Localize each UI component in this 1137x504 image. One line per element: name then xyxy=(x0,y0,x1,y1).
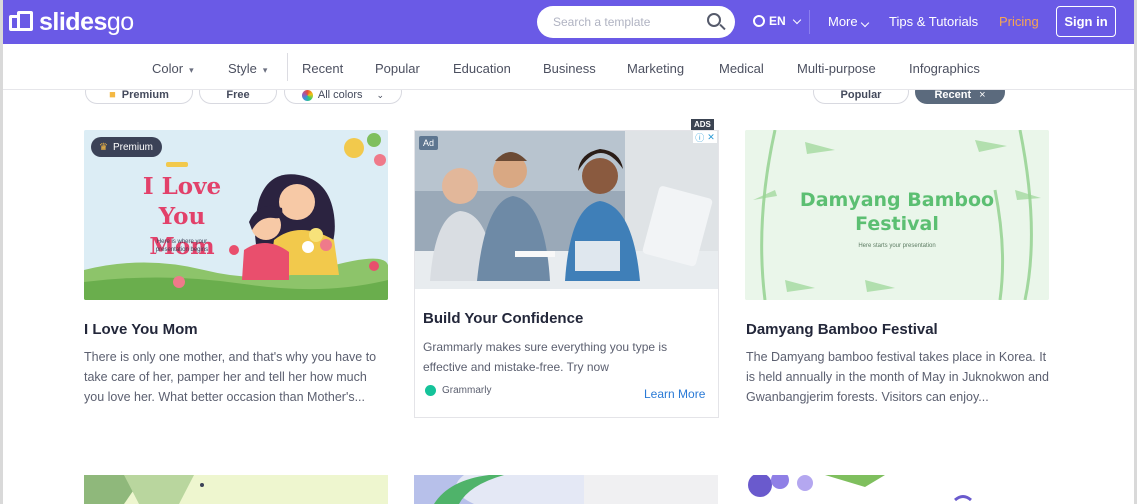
thumbnail-art xyxy=(84,475,388,504)
search-input[interactable]: Search a template xyxy=(537,6,735,38)
nav-link-popular[interactable]: Popular xyxy=(375,61,420,76)
ad-image xyxy=(415,131,718,289)
thumbnail-title: Damyang Bamboo Festival xyxy=(745,188,1049,236)
ad-brand: Grammarly xyxy=(425,385,491,396)
chevron-down-icon: ⌄ xyxy=(376,90,385,100)
ad-info-icon[interactable]: ⓘ xyxy=(695,131,704,144)
nav-link-marketing[interactable]: Marketing xyxy=(627,61,684,76)
office-meeting-photo xyxy=(415,131,718,289)
card-title[interactable]: I Love You Mom xyxy=(84,321,198,338)
color-dropdown[interactable]: Color xyxy=(152,61,194,76)
learn-more-link[interactable]: Learn More xyxy=(644,387,705,401)
search-placeholder: Search a template xyxy=(553,15,651,29)
recent-sort[interactable]: Recent × xyxy=(915,90,1005,104)
nav-link-recent[interactable]: Recent xyxy=(302,61,343,76)
recent-sort-label: Recent xyxy=(934,90,972,101)
crown-icon: ■ xyxy=(109,90,116,101)
colors-filter-label: All colors xyxy=(317,90,363,101)
ad-tag: Ad xyxy=(419,136,439,150)
ad-card[interactable]: Build Your Confidence Grammarly makes su… xyxy=(414,130,719,418)
thumbnail-title-line1: Damyang Bamboo xyxy=(799,189,995,211)
popular-sort[interactable]: Popular xyxy=(813,90,909,104)
ad-choices[interactable]: ⓘ ✕ xyxy=(693,131,717,143)
more-menu[interactable]: More xyxy=(828,14,870,29)
search-icon[interactable] xyxy=(707,13,721,27)
top-bar: slides go Search a template EN More Tips … xyxy=(3,0,1134,44)
thumbnail-subtitle: Here starts your presentation xyxy=(858,243,936,249)
logo-text-suffix: go xyxy=(106,8,134,36)
free-filter[interactable]: Free xyxy=(199,90,277,104)
card-description: The Damyang bamboo festival takes place … xyxy=(746,350,1049,404)
close-icon[interactable]: × xyxy=(979,90,985,101)
logo-text: slides xyxy=(39,8,107,36)
colors-filter[interactable]: All colors ⌄ xyxy=(284,90,402,104)
thumbnail-art xyxy=(745,475,1049,504)
nav-link-infographics[interactable]: Infographics xyxy=(909,61,980,76)
crown-icon: ♛ xyxy=(99,141,108,153)
header-divider xyxy=(809,10,810,34)
chevron-down-icon xyxy=(792,15,801,24)
premium-badge-label: Premium xyxy=(112,141,153,153)
ads-label: ADS xyxy=(691,119,714,130)
tips-tutorials-link[interactable]: Tips & Tutorials xyxy=(889,14,978,29)
ad-description: Grammarly makes sure everything you type… xyxy=(423,340,668,374)
ad-brand-name: Grammarly xyxy=(442,385,492,396)
logo-icon xyxy=(9,10,35,35)
sign-in-button[interactable]: Sign in xyxy=(1056,6,1116,37)
card-description: There is only one mother, and that's why… xyxy=(84,350,377,404)
style-dropdown[interactable]: Style xyxy=(228,61,267,76)
thumbnail-subtitle-line2: presentation begins xyxy=(155,247,209,253)
language-label: EN xyxy=(769,14,786,28)
nav-link-medical[interactable]: Medical xyxy=(719,61,764,76)
more-label: More xyxy=(828,14,858,29)
template-thumbnail-damyang-bamboo-festival[interactable]: Damyang Bamboo Festival Here starts your… xyxy=(745,130,1049,300)
card-title[interactable]: Damyang Bamboo Festival xyxy=(746,321,938,338)
globe-icon xyxy=(753,15,765,27)
category-nav: Color Style Recent Popular Education Bus… xyxy=(3,44,1134,90)
thumbnail-subtitle-line1: Here is where your xyxy=(156,239,208,245)
chevron-down-icon xyxy=(860,18,869,28)
nav-link-business[interactable]: Business xyxy=(543,61,596,76)
thumbnail-art xyxy=(414,475,718,504)
template-thumbnail-partial[interactable] xyxy=(745,475,1049,504)
nav-link-education[interactable]: Education xyxy=(453,61,511,76)
filter-bar: ■ Premium Free All colors ⌄ Popular Recent… xyxy=(3,90,1134,106)
thumbnail-title-line2: Festival xyxy=(855,213,939,235)
ad-title[interactable]: Build Your Confidence xyxy=(423,310,583,327)
template-thumbnail-partial[interactable] xyxy=(414,475,718,504)
color-wheel-icon xyxy=(301,90,313,101)
slidesgo-logo[interactable]: slides go xyxy=(9,8,134,37)
template-thumbnail-partial[interactable] xyxy=(84,475,388,504)
thumbnail-subtitle: Here is where your presentation begins xyxy=(142,238,222,254)
close-icon[interactable]: ✕ xyxy=(707,132,715,143)
pricing-link[interactable]: Pricing xyxy=(999,14,1039,29)
grammarly-logo-icon xyxy=(425,385,436,396)
nav-divider xyxy=(287,53,288,81)
premium-badge: ♛ Premium xyxy=(91,137,162,157)
language-selector[interactable]: EN xyxy=(753,14,802,28)
premium-filter[interactable]: ■ Premium xyxy=(85,90,193,104)
premium-filter-label: Premium xyxy=(121,90,169,101)
nav-link-multipurpose[interactable]: Multi-purpose xyxy=(797,61,876,76)
thumbnail-title-line1: I Love xyxy=(142,173,222,200)
